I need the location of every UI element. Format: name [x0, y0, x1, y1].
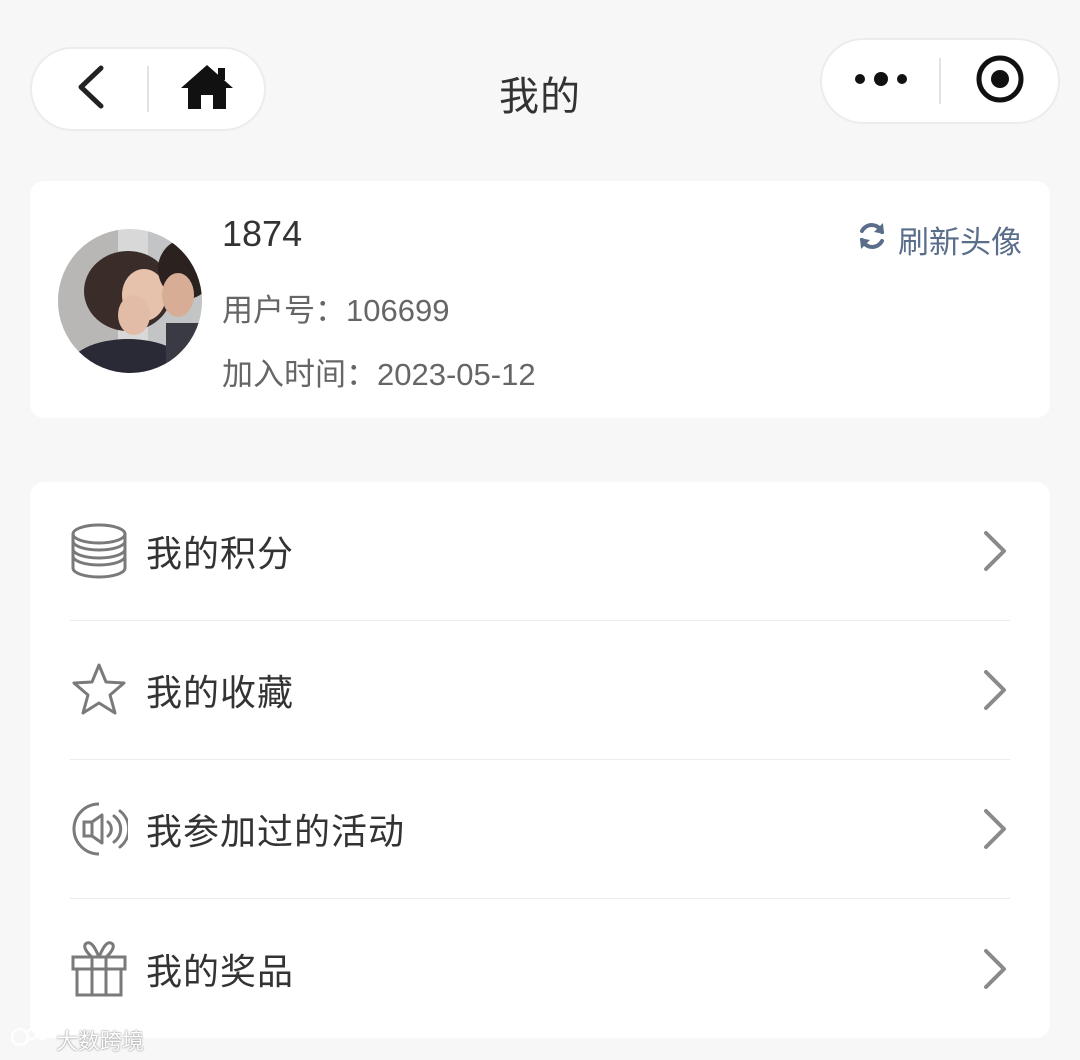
profile-card: 1874 用户号：106699 加入时间：2023-05-12 刷新头像	[30, 181, 1050, 418]
user-name: 1874	[222, 213, 303, 254]
star-icon	[70, 661, 128, 719]
chevron-right-icon	[980, 947, 1010, 991]
user-id: 用户号：106699	[222, 293, 450, 328]
chevron-right-icon	[980, 668, 1010, 712]
gift-icon	[70, 940, 128, 998]
menu-list: 我的积分 我的收藏 我参加过的活动 我的奖品	[30, 482, 1050, 1038]
target-icon	[974, 53, 1026, 109]
menu-item-favorites[interactable]: 我的收藏	[70, 621, 1010, 760]
watermark-text: 大数跨境	[56, 1030, 145, 1055]
speaker-icon	[70, 800, 128, 858]
more-dots-icon	[854, 71, 908, 91]
watermark: 大数跨境	[10, 1024, 144, 1056]
menu-item-points[interactable]: 我的积分	[70, 482, 1010, 621]
menu-item-label: 我参加过的活动	[146, 812, 406, 853]
avatar[interactable]	[58, 229, 202, 373]
more-button[interactable]	[822, 40, 939, 122]
join-time: 加入时间：2023-05-12	[222, 357, 536, 392]
coins-stack-icon	[70, 522, 128, 580]
menu-item-prizes[interactable]: 我的奖品	[70, 899, 1010, 1038]
menu-item-label: 我的收藏	[146, 673, 295, 714]
nav-capsule-right	[820, 38, 1060, 124]
close-miniprogram-button[interactable]	[941, 40, 1058, 122]
chevron-right-icon	[980, 529, 1010, 573]
refresh-avatar-label: 刷新头像	[898, 225, 1022, 261]
refresh-avatar-button[interactable]: 刷新头像	[856, 217, 1022, 262]
menu-item-label: 我的奖品	[146, 951, 295, 993]
chevron-right-icon	[980, 807, 1010, 851]
refresh-icon	[856, 220, 888, 260]
watermark-logo-icon	[10, 1025, 50, 1055]
menu-item-activities[interactable]: 我参加过的活动	[70, 760, 1010, 899]
menu-item-label: 我的积分	[146, 534, 295, 575]
